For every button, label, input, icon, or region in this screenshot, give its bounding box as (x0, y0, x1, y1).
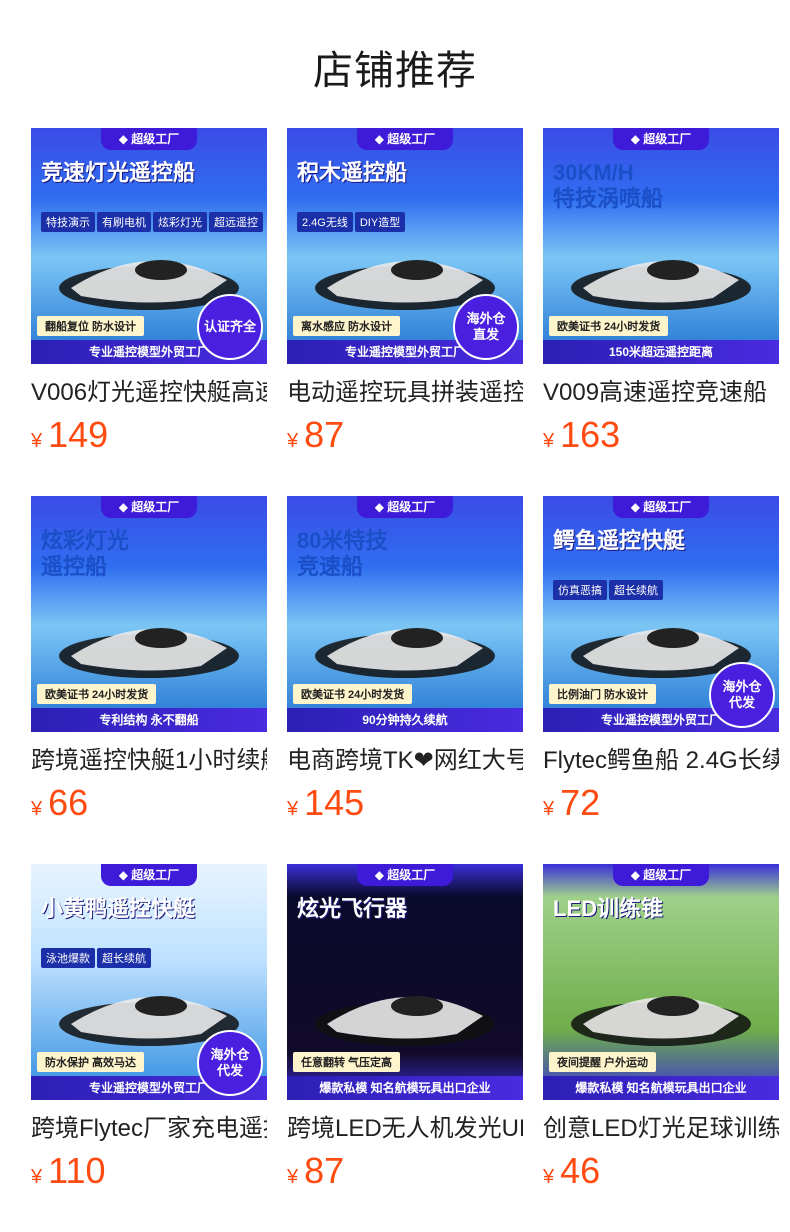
product-price: ¥163 (543, 414, 779, 455)
product-card[interactable]: ◆ 超级工厂炫彩灯光 遥控船欧美证书 24小时发货专利结构 永不翻船跨境遥控快艇… (31, 496, 267, 823)
product-price: ¥72 (543, 782, 779, 823)
product-image[interactable]: ◆ 超级工厂 积木遥控船 2.4G无线 DIY造型 离水感应 防水设计 专业遥控模型外贸工… (287, 128, 523, 364)
product-card[interactable]: ◆ 超级工厂炫光飞行器任意翻转 气压定高爆款私模 知名航模玩具出口企业跨境LED… (287, 864, 523, 1191)
image-feature-label: 防水保护 高效马达 (37, 1052, 145, 1072)
image-feature-label: 翻船复位 防水设计 (37, 316, 145, 336)
price-value: 149 (48, 414, 109, 455)
product-price: ¥46 (543, 1150, 779, 1191)
product-price: ¥66 (31, 782, 267, 823)
image-footer-banner: 90分钟持久续航 (287, 708, 523, 732)
image-headline: 小黄鸭遥控快艇 (41, 896, 196, 921)
factory-badge: ◆ 超级工厂 (101, 128, 197, 150)
price-value: 72 (560, 782, 601, 823)
product-card[interactable]: ◆ 超级工厂 鳄鱼遥控快艇 仿真恶搞 超长续航 比例油门 防水设计 专业遥控模型外贸工厂海… (543, 496, 779, 823)
product-title[interactable]: Flytec鳄鱼船 2.4G长续航 (543, 746, 779, 776)
product-image[interactable]: ◆ 超级工厂 30KM/H 特技涡喷船欧美证书 24小时发货 150米超远遥控距离 (543, 128, 779, 364)
image-round-badge: 海外仓 直发 (453, 294, 519, 360)
product-title[interactable]: 跨境LED无人机发光UFO (287, 1114, 523, 1144)
product-image[interactable]: ◆ 超级工厂炫光飞行器任意翻转 气压定高爆款私模 知名航模玩具出口企业 (287, 864, 523, 1100)
image-round-badge: 认证齐全 (197, 294, 263, 360)
product-price: ¥87 (287, 1150, 523, 1191)
product-illustration (307, 964, 503, 1054)
image-feature-label: 离水感应 防水设计 (293, 316, 401, 336)
image-headline: 鳄鱼遥控快艇 (553, 528, 686, 553)
product-illustration (563, 964, 759, 1054)
product-title[interactable]: 跨境遥控快艇1小时续航 (31, 746, 267, 776)
price-value: 87 (304, 1150, 345, 1191)
currency-symbol: ¥ (543, 1166, 555, 1188)
product-illustration (563, 228, 759, 318)
image-feature-label: 欧美证书 24小时发货 (549, 316, 669, 336)
image-round-badge: 海外仓 代发 (197, 1030, 263, 1096)
product-image[interactable]: ◆ 超级工厂 LED训练锥夜间提醒 户外运动爆款私模 知名航模玩具出口企业 (543, 864, 779, 1100)
image-feature-label: 任意翻转 气压定高 (293, 1052, 401, 1072)
currency-symbol: ¥ (287, 430, 299, 452)
image-footer-banner: 专利结构 永不翻船 (31, 708, 267, 732)
image-footer-banner: 爆款私模 知名航模玩具出口企业 (543, 1076, 779, 1100)
image-feature-label: 夜间提醒 户外运动 (549, 1052, 657, 1072)
currency-symbol: ¥ (543, 430, 555, 452)
product-card[interactable]: ◆ 超级工厂 竞速灯光遥控船 特技演示 有刷电机 炫彩灯光 超远遥控 翻船复位 防水设计 专业… (31, 128, 267, 455)
product-image[interactable]: ◆ 超级工厂 鳄鱼遥控快艇 仿真恶搞 超长续航 比例油门 防水设计 专业遥控模型外贸工厂海… (543, 496, 779, 732)
product-card[interactable]: ◆ 超级工厂 80米特技 竞速船欧美证书 24小时发货 90分钟持久续航电商跨境TK… (287, 496, 523, 823)
factory-badge: ◆ 超级工厂 (613, 496, 709, 518)
image-headline: LED训练锥 (553, 896, 664, 921)
product-image[interactable]: ◆ 超级工厂炫彩灯光 遥控船欧美证书 24小时发货专利结构 永不翻船 (31, 496, 267, 732)
product-card[interactable]: ◆ 超级工厂 积木遥控船 2.4G无线 DIY造型 离水感应 防水设计 专业遥控模型外贸工… (287, 128, 523, 455)
product-title[interactable]: 创意LED灯光足球训练锥 (543, 1114, 779, 1144)
image-feature-label: 欧美证书 24小时发货 (37, 684, 157, 704)
price-value: 87 (304, 414, 345, 455)
product-title[interactable]: V006灯光遥控快艇高速 (31, 378, 267, 408)
product-card[interactable]: ◆ 超级工厂 30KM/H 特技涡喷船欧美证书 24小时发货 150米超远遥控距离 V… (543, 128, 779, 455)
image-headline: 炫彩灯光 遥控船 (41, 528, 130, 579)
image-feature-label: 欧美证书 24小时发货 (293, 684, 413, 704)
product-image[interactable]: ◆ 超级工厂 80米特技 竞速船欧美证书 24小时发货 90分钟持久续航 (287, 496, 523, 732)
page-title: 店铺推荐 (313, 49, 477, 93)
price-value: 163 (560, 414, 621, 455)
price-value: 145 (304, 782, 365, 823)
currency-symbol: ¥ (31, 798, 43, 820)
product-price: ¥149 (31, 414, 267, 455)
product-image[interactable]: ◆ 超级工厂 小黄鸭遥控快艇 泳池爆款 超长续航 防水保护 高效马达 专业遥控模型外贸工厂… (31, 864, 267, 1100)
image-feature-label: 比例油门 防水设计 (549, 684, 657, 704)
product-title[interactable]: 跨境Flytec厂家充电遥控 (31, 1114, 267, 1144)
factory-badge: ◆ 超级工厂 (613, 864, 709, 886)
factory-badge: ◆ 超级工厂 (101, 496, 197, 518)
image-headline: 积木遥控船 (297, 160, 408, 185)
image-round-badge: 海外仓 代发 (709, 662, 775, 728)
currency-symbol: ¥ (31, 430, 43, 452)
image-headline: 80米特技 竞速船 (297, 528, 388, 579)
product-title[interactable]: 电动遥控玩具拼装遥控船 (287, 378, 523, 408)
factory-badge: ◆ 超级工厂 (613, 128, 709, 150)
product-illustration (51, 596, 247, 686)
factory-badge: ◆ 超级工厂 (357, 864, 453, 886)
image-footer-banner: 爆款私模 知名航模玩具出口企业 (287, 1076, 523, 1100)
product-image[interactable]: ◆ 超级工厂 竞速灯光遥控船 特技演示 有刷电机 炫彩灯光 超远遥控 翻船复位 防水设计 专业… (31, 128, 267, 364)
product-price: ¥110 (31, 1150, 267, 1191)
product-price: ¥87 (287, 414, 523, 455)
image-footer-banner: 150米超远遥控距离 (543, 340, 779, 364)
currency-symbol: ¥ (543, 798, 555, 820)
product-card[interactable]: ◆ 超级工厂 小黄鸭遥控快艇 泳池爆款 超长续航 防水保护 高效马达 专业遥控模型外贸工厂… (31, 864, 267, 1191)
factory-badge: ◆ 超级工厂 (357, 128, 453, 150)
currency-symbol: ¥ (287, 798, 299, 820)
price-value: 46 (560, 1150, 601, 1191)
product-price: ¥145 (287, 782, 523, 823)
product-card[interactable]: ◆ 超级工厂 LED训练锥夜间提醒 户外运动爆款私模 知名航模玩具出口企业创意LE… (543, 864, 779, 1191)
product-title[interactable]: 电商跨境TK❤网红大号 (287, 746, 523, 776)
product-title[interactable]: V009高速遥控竞速船 (543, 378, 779, 408)
factory-badge: ◆ 超级工厂 (101, 864, 197, 886)
price-value: 66 (48, 782, 89, 823)
image-headline: 30KM/H 特技涡喷船 (553, 160, 664, 211)
product-illustration (307, 596, 503, 686)
price-value: 110 (48, 1150, 106, 1191)
currency-symbol: ¥ (31, 1166, 43, 1188)
factory-badge: ◆ 超级工厂 (357, 496, 453, 518)
image-headline: 炫光飞行器 (297, 896, 408, 921)
currency-symbol: ¥ (287, 1166, 299, 1188)
image-headline: 竞速灯光遥控船 (41, 160, 196, 185)
